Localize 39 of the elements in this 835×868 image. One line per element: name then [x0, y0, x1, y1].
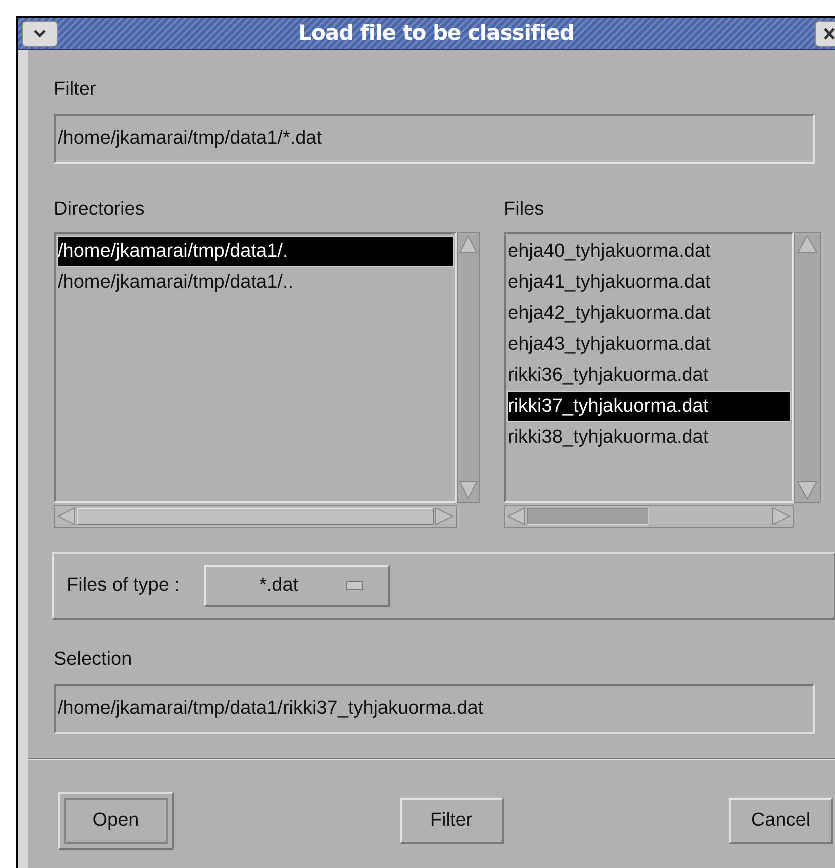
file-item[interactable]: ehja40_tyhjakuorma.dat — [507, 236, 791, 267]
up-arrow-icon — [796, 233, 819, 255]
selection-field[interactable]: /home/jkamarai/tmp/data1/rikki37_tyhjakuorma.dat — [54, 684, 815, 734]
down-arrow-icon — [796, 480, 819, 502]
file-item[interactable]: ehja42_tyhjakuorma.dat — [507, 298, 791, 329]
file-type-label: Files of type : — [67, 574, 180, 598]
scrollbar-thumb[interactable] — [527, 508, 649, 525]
filter-field[interactable]: /home/jkamarai/tmp/data1/*.dat — [54, 114, 815, 164]
dialog-button[interactable]: Open — [58, 792, 174, 850]
directories-label: Directories — [54, 198, 146, 222]
up-arrow-icon — [458, 233, 479, 255]
chevron-down-icon — [33, 28, 47, 38]
menu-button[interactable] — [22, 20, 58, 46]
selection-label: Selection — [54, 648, 134, 672]
horizontal-scrollbar[interactable] — [54, 505, 457, 528]
left-arrow-icon — [55, 506, 77, 527]
directory-item[interactable]: /home/jkamarai/tmp/data1/.. — [57, 267, 454, 298]
file-item[interactable]: rikki37_tyhjakuorma.dat — [507, 391, 791, 422]
file-type-dropdown[interactable]: *.dat — [204, 565, 390, 607]
files-label: Files — [504, 198, 544, 222]
down-arrow-icon — [458, 480, 479, 502]
vertical-scrollbar[interactable] — [794, 232, 821, 503]
horizontal-scrollbar[interactable] — [504, 505, 794, 528]
directory-item[interactable]: /home/jkamarai/tmp/data1/. — [57, 236, 454, 267]
file-item[interactable]: ehja41_tyhjakuorma.dat — [507, 267, 791, 298]
close-icon — [821, 28, 835, 40]
close-button[interactable] — [815, 20, 835, 46]
file-item[interactable]: ehja43_tyhjakuorma.dat — [507, 329, 791, 360]
window-title: Load file to be classified — [298, 20, 576, 47]
dialog-button[interactable]: Filter — [400, 798, 504, 844]
option-indicator-icon — [346, 581, 364, 591]
vertical-scrollbar[interactable] — [457, 232, 480, 503]
dialog-button[interactable]: Cancel — [729, 798, 833, 844]
file-item[interactable]: rikki38_tyhjakuorma.dat — [507, 422, 791, 453]
file-item[interactable]: rikki36_tyhjakuorma.dat — [507, 360, 791, 391]
right-arrow-icon — [771, 506, 793, 527]
right-arrow-icon — [434, 506, 456, 527]
left-arrow-icon — [505, 506, 527, 527]
filter-label: Filter — [54, 78, 98, 102]
